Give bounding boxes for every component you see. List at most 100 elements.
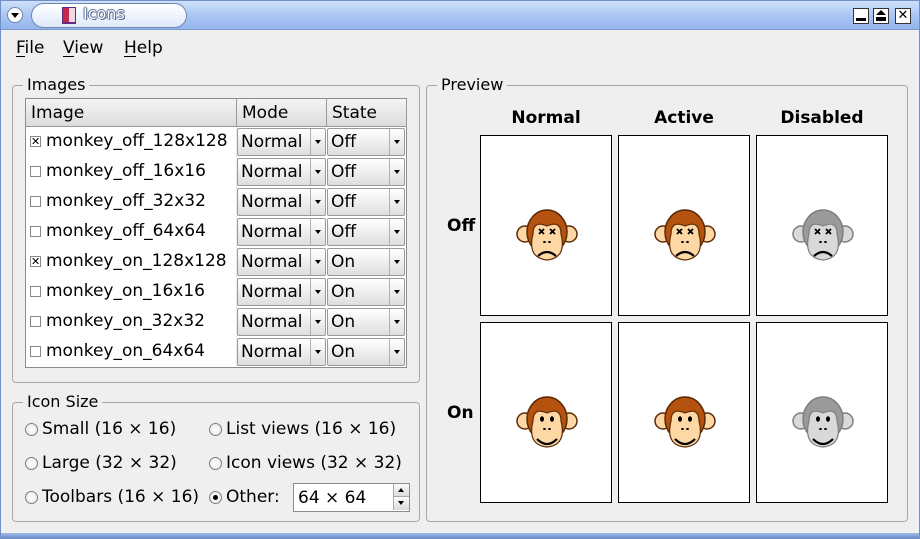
- mode-value: Normal: [241, 252, 303, 272]
- icon-size-group-title: Icon Size: [23, 392, 103, 412]
- image-name: monkey_off_16x16: [46, 161, 206, 181]
- chevron-down-icon[interactable]: [389, 129, 404, 155]
- mode-combo[interactable]: Normal: [237, 188, 326, 216]
- image-cell[interactable]: ✕ monkey_on_128x128: [26, 247, 237, 277]
- image-cell[interactable]: monkey_off_64x64: [26, 217, 237, 247]
- table-row[interactable]: monkey_off_16x16 Normal Off: [26, 157, 406, 187]
- radio-toolbars-label: Toolbars (16 × 16): [42, 487, 200, 507]
- checkbox[interactable]: [30, 346, 41, 357]
- radio-indicator[interactable]: [25, 491, 38, 504]
- state-value: Off: [331, 222, 357, 242]
- chevron-down-icon[interactable]: [389, 309, 404, 335]
- chevron-down-icon[interactable]: [310, 219, 325, 245]
- chevron-down-icon[interactable]: [389, 279, 404, 305]
- spin-down-icon[interactable]: [393, 497, 409, 510]
- table-row[interactable]: monkey_on_64x64 Normal On: [26, 337, 406, 367]
- state-combo[interactable]: On: [327, 278, 405, 306]
- radio-indicator[interactable]: [209, 423, 222, 436]
- checkbox[interactable]: ✕: [30, 136, 41, 147]
- state-combo[interactable]: On: [327, 338, 405, 366]
- chevron-down-icon[interactable]: [389, 189, 404, 215]
- state-combo[interactable]: On: [327, 308, 405, 336]
- mode-value: Normal: [241, 162, 303, 182]
- table-row[interactable]: ✕ monkey_off_128x128 Normal Off: [26, 127, 406, 157]
- table-row[interactable]: monkey_off_32x32 Normal Off: [26, 187, 406, 217]
- chevron-down-icon[interactable]: [389, 339, 404, 365]
- state-value: On: [331, 342, 356, 362]
- preview-row-off: Off: [447, 216, 476, 236]
- other-size-value[interactable]: 64 × 64: [298, 488, 366, 508]
- state-combo[interactable]: Off: [327, 188, 405, 216]
- table-row[interactable]: ✕ monkey_on_128x128 Normal On: [26, 247, 406, 277]
- table-row[interactable]: monkey_off_64x64 Normal Off: [26, 217, 406, 247]
- menu-file-label: File: [16, 38, 45, 58]
- other-size-spinbox[interactable]: 64 × 64: [293, 483, 410, 512]
- image-cell[interactable]: monkey_off_32x32: [26, 187, 237, 217]
- state-value: On: [331, 252, 356, 272]
- image-name: monkey_on_64x64: [46, 341, 205, 361]
- menu-help[interactable]: Help: [124, 38, 163, 58]
- image-cell[interactable]: ✕ monkey_off_128x128: [26, 127, 237, 157]
- state-combo[interactable]: On: [327, 248, 405, 276]
- radio-indicator[interactable]: [25, 423, 38, 436]
- mode-combo[interactable]: Normal: [237, 218, 326, 246]
- image-cell[interactable]: monkey_off_16x16: [26, 157, 237, 187]
- maximize-icon[interactable]: [873, 8, 889, 24]
- mode-combo[interactable]: Normal: [237, 278, 326, 306]
- table-row[interactable]: monkey_on_16x16 Normal On: [26, 277, 406, 307]
- table-row[interactable]: monkey_on_32x32 Normal On: [26, 307, 406, 337]
- chevron-down-icon[interactable]: [310, 189, 325, 215]
- mode-combo[interactable]: Normal: [237, 128, 326, 156]
- chevron-down-icon[interactable]: [389, 249, 404, 275]
- mode-value: Normal: [241, 312, 303, 332]
- image-cell[interactable]: monkey_on_32x32: [26, 307, 237, 337]
- chevron-down-icon[interactable]: [389, 159, 404, 185]
- spin-up-icon[interactable]: [393, 484, 409, 497]
- checkbox[interactable]: [30, 226, 41, 237]
- preview-group: Preview Normal Active Disabled Off On: [426, 75, 908, 522]
- state-value: On: [331, 312, 356, 332]
- checkbox[interactable]: ✕: [30, 256, 41, 267]
- preview-column-disabled: Disabled: [780, 108, 864, 128]
- mode-value: Normal: [241, 222, 303, 242]
- title-bar[interactable]: Icons ✕: [1, 1, 919, 30]
- minimize-icon[interactable]: [853, 8, 869, 24]
- chevron-down-icon[interactable]: [310, 279, 325, 305]
- mode-combo[interactable]: Normal: [237, 308, 326, 336]
- chevron-down-icon[interactable]: [310, 339, 325, 365]
- checkbox[interactable]: [30, 166, 41, 177]
- menu-view[interactable]: View: [63, 38, 103, 58]
- column-header-mode[interactable]: Mode: [237, 99, 327, 127]
- mode-combo[interactable]: Normal: [237, 248, 326, 276]
- mode-combo[interactable]: Normal: [237, 158, 326, 186]
- radio-indicator[interactable]: [209, 457, 222, 470]
- chevron-down-icon[interactable]: [310, 249, 325, 275]
- checkbox[interactable]: [30, 286, 41, 297]
- image-name: monkey_on_32x32: [46, 311, 205, 331]
- checkbox[interactable]: [30, 316, 41, 327]
- mode-combo[interactable]: Normal: [237, 338, 326, 366]
- chevron-down-icon[interactable]: [310, 309, 325, 335]
- radio-indicator[interactable]: [25, 457, 38, 470]
- window-bottom-border: [1, 533, 919, 538]
- state-combo[interactable]: Off: [327, 128, 405, 156]
- image-cell[interactable]: monkey_on_64x64: [26, 337, 237, 367]
- mnemonic-underline: [16, 56, 25, 57]
- column-header-state[interactable]: State: [327, 99, 407, 127]
- radio-indicator[interactable]: [209, 491, 222, 504]
- window-menu-icon[interactable]: [7, 7, 23, 23]
- state-value: Off: [331, 132, 357, 152]
- state-value: Off: [331, 162, 357, 182]
- chevron-down-icon[interactable]: [310, 129, 325, 155]
- close-icon[interactable]: ✕: [895, 8, 911, 24]
- menu-bar: File View Help: [1, 30, 919, 64]
- image-cell[interactable]: monkey_on_16x16: [26, 277, 237, 307]
- menu-file[interactable]: File: [16, 38, 44, 58]
- column-header-image[interactable]: Image: [26, 99, 237, 127]
- checkbox[interactable]: [30, 196, 41, 207]
- mode-value: Normal: [241, 192, 303, 212]
- state-combo[interactable]: Off: [327, 218, 405, 246]
- state-combo[interactable]: Off: [327, 158, 405, 186]
- chevron-down-icon[interactable]: [389, 219, 404, 245]
- chevron-down-icon[interactable]: [310, 159, 325, 185]
